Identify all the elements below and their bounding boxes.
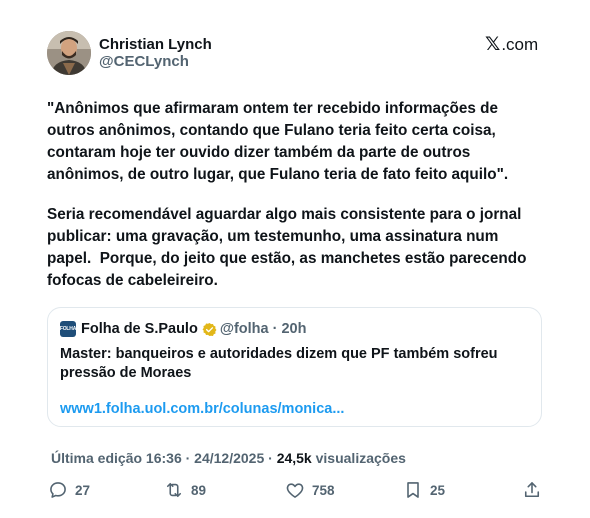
tweet-paragraph: "Anônimos que afirmaram ontem ter recebi… [47,100,509,183]
tweet-paragraph: Seria recomendável aguardar algo mais co… [47,206,527,289]
retweet-count: 89 [191,482,207,498]
retweet-icon [166,482,182,498]
folha-logo-text: FOLHA [59,326,77,332]
retweet-button[interactable]: 89 [164,476,206,504]
like-button[interactable]: 758 [285,476,335,504]
bookmark-icon [407,482,419,498]
views-label: visualizações [311,450,406,466]
share-icon [524,482,540,498]
reply-icon [50,482,66,498]
quoted-tweet[interactable]: FOLHA Folha de S.Paulo @folha · 20h Mast… [47,307,542,427]
avatar[interactable] [47,31,91,75]
x-icon: 𝕏 [485,34,501,55]
x-logo-label: .com [501,35,539,54]
bookmark-count: 25 [430,482,446,498]
author-name[interactable]: Christian Lynch [99,36,212,54]
tweet-card: Christian Lynch @CECLynch 𝕏 .com "Anônim… [0,0,590,518]
edited-timestamp[interactable]: Última edição 16:36 · 24/12/2025 · [51,450,277,466]
author-handle[interactable]: @CECLynch [99,53,189,71]
views-count: 24,5k [276,450,312,466]
share-button[interactable] [522,476,549,504]
like-icon [286,483,304,498]
reply-count: 27 [75,482,91,498]
quote-handle-time: @folha · 20h [219,321,307,337]
tweet-meta: Última edição 16:36 · 24/12/2025 · 24,5k… [51,449,406,467]
quote-text-content: Master: banqueiros e autoridades dizem q… [60,346,498,381]
quote-header: FOLHA Folha de S.Paulo @folha · 20h [60,320,306,338]
like-count: 758 [312,482,335,498]
folha-avatar[interactable]: FOLHA [60,321,76,337]
reply-button[interactable]: 27 [48,476,90,504]
x-logo[interactable]: 𝕏 .com [485,35,538,55]
quote-link[interactable]: www1.folha.uol.com.br/colunas/monica... [60,400,344,419]
tweet-text: "Anônimos que afirmaram ontem ter recebi… [47,98,557,310]
action-bar: 27 89 758 25 [0,476,590,504]
verified-icon [202,322,217,336]
bookmark-button[interactable]: 25 [403,476,445,504]
quote-text: Master: banqueiros e autoridades dizem q… [60,345,530,383]
quote-author-name[interactable]: Folha de S.Paulo [81,320,198,338]
